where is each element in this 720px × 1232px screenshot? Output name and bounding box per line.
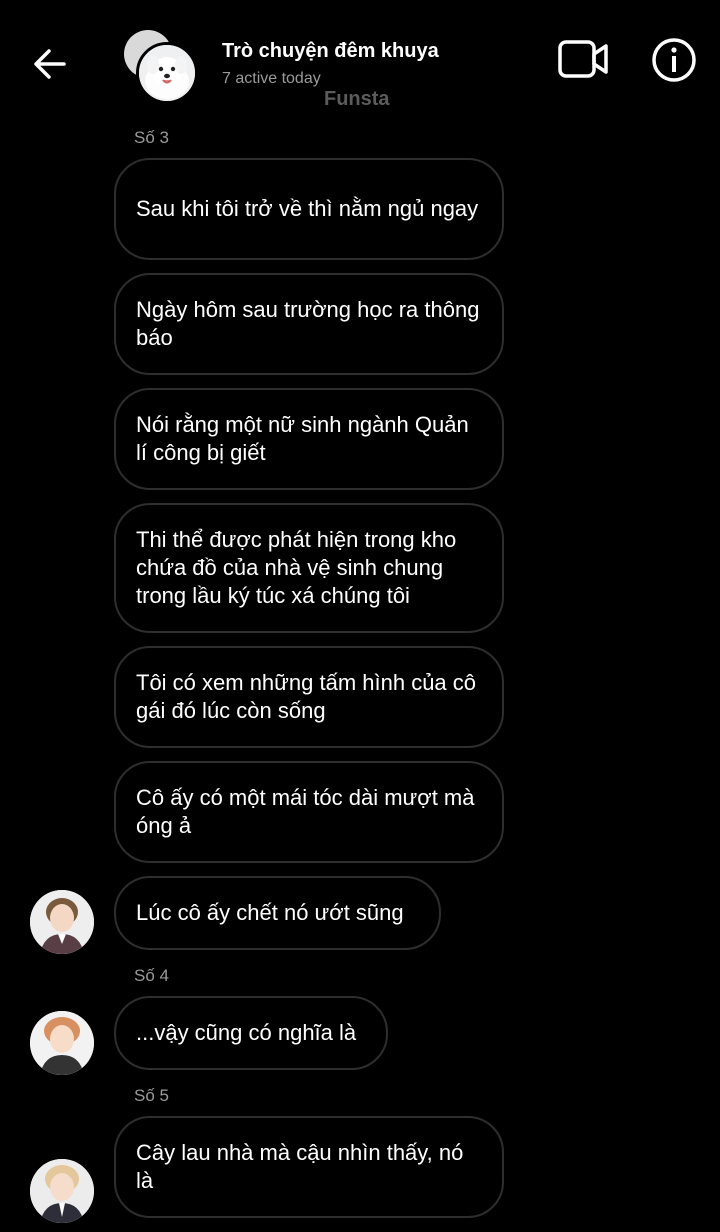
sender-avatar[interactable]: [30, 890, 94, 954]
message-text: Sau khi tôi trở về thì nằm ngủ ngay: [136, 196, 479, 221]
message-bubble[interactable]: Sau khi tôi trở về thì nằm ngủ ngay: [114, 158, 504, 260]
message-text: Thi thể được phát hiện trong kho chứa đồ…: [136, 527, 457, 608]
video-call-button[interactable]: [556, 36, 612, 84]
message-text: Nói rằng một nữ sinh ngành Quản lí công …: [136, 412, 469, 465]
sender-name: Số 3: [134, 128, 169, 147]
info-circle-icon: [652, 38, 696, 82]
video-camera-icon: [558, 40, 608, 78]
chat-header: Trò chuyện đêm khuya 7 active today Funs…: [0, 0, 720, 120]
chat-title[interactable]: Trò chuyện đêm khuya: [222, 40, 439, 63]
sender-name: Số 5: [134, 1086, 169, 1105]
message-text: ...vậy cũng có nghĩa là: [136, 1020, 357, 1045]
sender-avatar[interactable]: [30, 1159, 94, 1223]
message-bubble[interactable]: Nói rằng một nữ sinh ngành Quản lí công …: [114, 388, 504, 490]
group-avatar[interactable]: [124, 30, 198, 104]
message-bubble[interactable]: Tôi có xem những tấm hình của cô gái đó …: [114, 646, 504, 748]
message-text: Cây lau nhà mà cậu nhìn thấy, nó là: [136, 1140, 464, 1193]
back-button[interactable]: [26, 40, 74, 88]
message-text: Cô ấy có một mái tóc dài mượt mà óng ả: [136, 785, 475, 838]
sender-name: Số 4: [134, 966, 169, 985]
message-text: Tôi có xem những tấm hình của cô gái đó …: [136, 670, 477, 723]
person-avatar-image: [30, 1011, 94, 1075]
message-bubble[interactable]: Cây lau nhà mà cậu nhìn thấy, nó là: [114, 1116, 504, 1218]
message-bubble[interactable]: Thi thể được phát hiện trong kho chứa đồ…: [114, 503, 504, 633]
person-avatar-image: [30, 1159, 94, 1223]
watermark-text: Funsta: [324, 88, 390, 110]
active-status: 7 active today: [222, 70, 321, 87]
message-bubble[interactable]: ...vậy cũng có nghĩa là: [114, 996, 388, 1070]
message-text: Ngày hôm sau trường học ra thông báo: [136, 297, 480, 350]
person-avatar-image: [30, 890, 94, 954]
message-bubble[interactable]: Cô ấy có một mái tóc dài mượt mà óng ả: [114, 761, 504, 863]
info-button[interactable]: [650, 36, 698, 84]
avatar-primary: [136, 42, 198, 104]
dog-avatar-image: [139, 45, 195, 101]
arrow-left-icon: [34, 49, 66, 79]
message-text: Lúc cô ấy chết nó ướt sũng: [136, 900, 404, 925]
sender-avatar[interactable]: [30, 1011, 94, 1075]
message-bubble[interactable]: Ngày hôm sau trường học ra thông báo: [114, 273, 504, 375]
message-bubble[interactable]: Lúc cô ấy chết nó ướt sũng: [114, 876, 441, 950]
